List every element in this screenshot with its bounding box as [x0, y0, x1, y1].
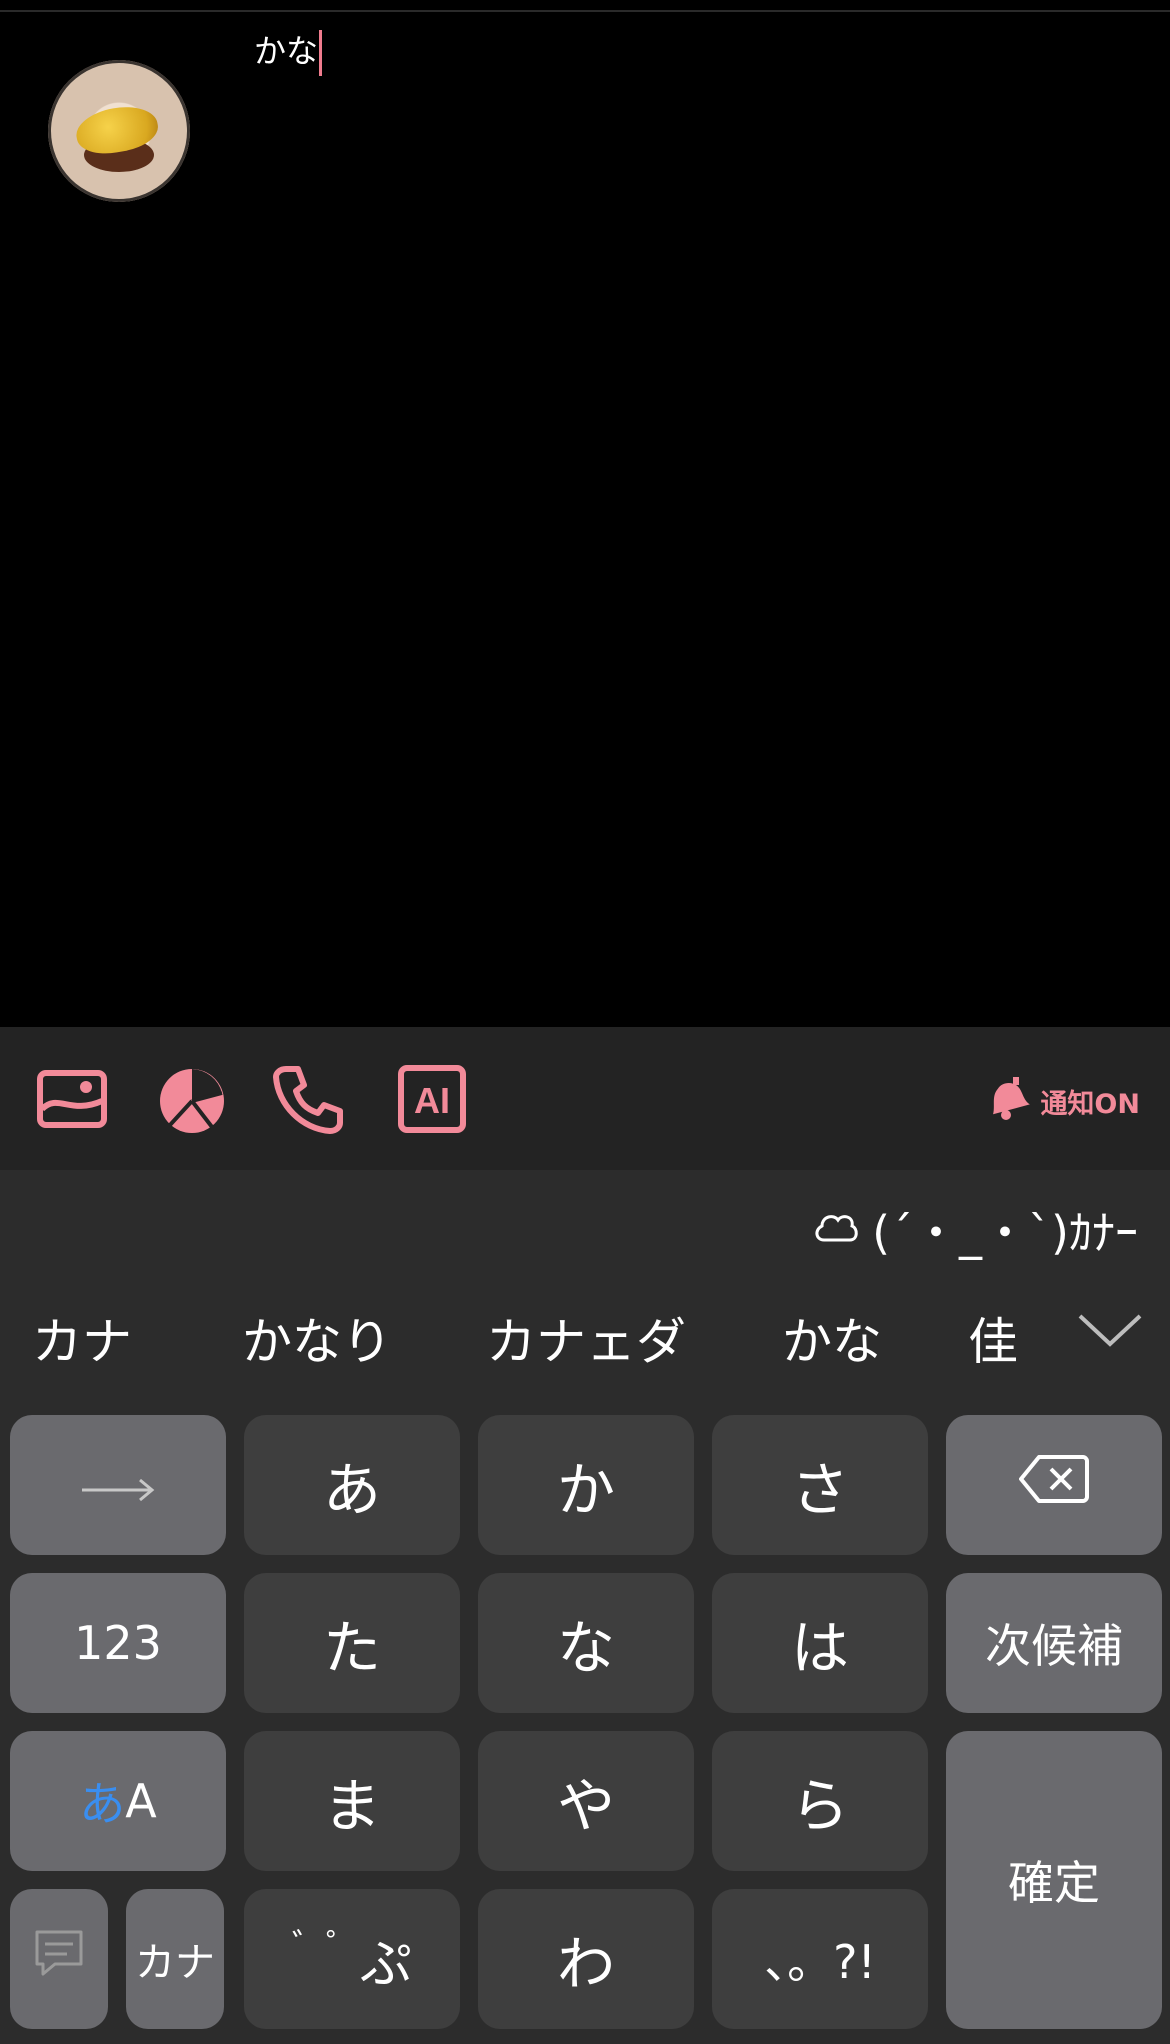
text-caret — [319, 30, 323, 76]
next-candidate-key[interactable]: 次候補 — [946, 1573, 1162, 1713]
backspace-icon — [1019, 1451, 1089, 1519]
pie-chart-icon[interactable] — [156, 1063, 228, 1135]
candidate-item[interactable]: かなり — [242, 1302, 392, 1374]
post-text-value: かな — [254, 32, 319, 70]
key-wa[interactable]: わ — [478, 1889, 694, 2029]
dakuten-marks: ゛゜ — [291, 1926, 360, 1967]
kaomoji-suggestion[interactable]: (´・_・`)ｶﾅｰ — [812, 1203, 1138, 1260]
key-ta[interactable]: た — [244, 1573, 460, 1713]
chevron-down-icon[interactable] — [1072, 1300, 1148, 1356]
arrow-right-icon — [80, 1451, 156, 1519]
key-a[interactable]: あ — [244, 1415, 460, 1555]
numbers-key[interactable]: 123 — [10, 1573, 226, 1713]
japanese-keyboard: (´・_・`)ｶﾅｰ カナ かなり カナェダ かな 佳 あ か さ 123 た … — [0, 1170, 1170, 2044]
kaomoji-text: (´・_・`)ｶﾅｰ — [872, 1206, 1138, 1260]
image-icon[interactable] — [36, 1063, 108, 1135]
arrow-key[interactable] — [10, 1415, 226, 1555]
key-na[interactable]: な — [478, 1573, 694, 1713]
user-avatar[interactable] — [48, 60, 190, 202]
notify-label: 通知ON — [1040, 1088, 1140, 1120]
notify-toggle[interactable]: 通知ON — [980, 1073, 1140, 1129]
mode-hiragana-label: あ — [79, 1777, 126, 1831]
key-ka[interactable]: か — [478, 1415, 694, 1555]
mode-alpha-label: A — [125, 1774, 157, 1828]
confirm-key[interactable]: 確定 — [946, 1731, 1162, 2029]
dakuten-key[interactable]: ゛゜ぷ — [244, 1889, 460, 2029]
kana-key[interactable]: カナ — [126, 1889, 224, 2029]
key-sa[interactable]: さ — [712, 1415, 928, 1555]
key-ra[interactable]: ら — [712, 1731, 928, 1871]
key-ya[interactable]: や — [478, 1731, 694, 1871]
dakuten-label: ぷ — [359, 1934, 412, 1995]
top-divider — [0, 10, 1170, 12]
post-text-input[interactable]: かな — [254, 30, 323, 76]
candidate-item[interactable]: カナェダ — [486, 1302, 686, 1374]
candidate-bar: カナ かなり カナェダ かな 佳 — [0, 1280, 1170, 1380]
emoji-key[interactable] — [10, 1889, 108, 2029]
cloud-icon — [812, 1203, 860, 1257]
compose-toolbar: AI 通知ON — [0, 1027, 1170, 1170]
phone-icon[interactable] — [272, 1063, 344, 1135]
key-ma[interactable]: ま — [244, 1731, 460, 1871]
input-mode-key[interactable]: あA — [10, 1731, 226, 1871]
bell-icon — [980, 1071, 1034, 1132]
candidate-item[interactable]: 佳 — [968, 1302, 1026, 1374]
chat-bubble-icon — [31, 1924, 87, 1994]
backspace-key[interactable] — [946, 1415, 1162, 1555]
candidate-item[interactable]: かな — [782, 1302, 882, 1374]
key-ha[interactable]: は — [712, 1573, 928, 1713]
punctuation-key[interactable]: 、。?! — [712, 1889, 928, 2029]
candidate-item[interactable]: カナ — [32, 1302, 132, 1374]
ai-icon[interactable]: AI — [396, 1063, 468, 1135]
svg-text:AI: AI — [414, 1080, 450, 1121]
